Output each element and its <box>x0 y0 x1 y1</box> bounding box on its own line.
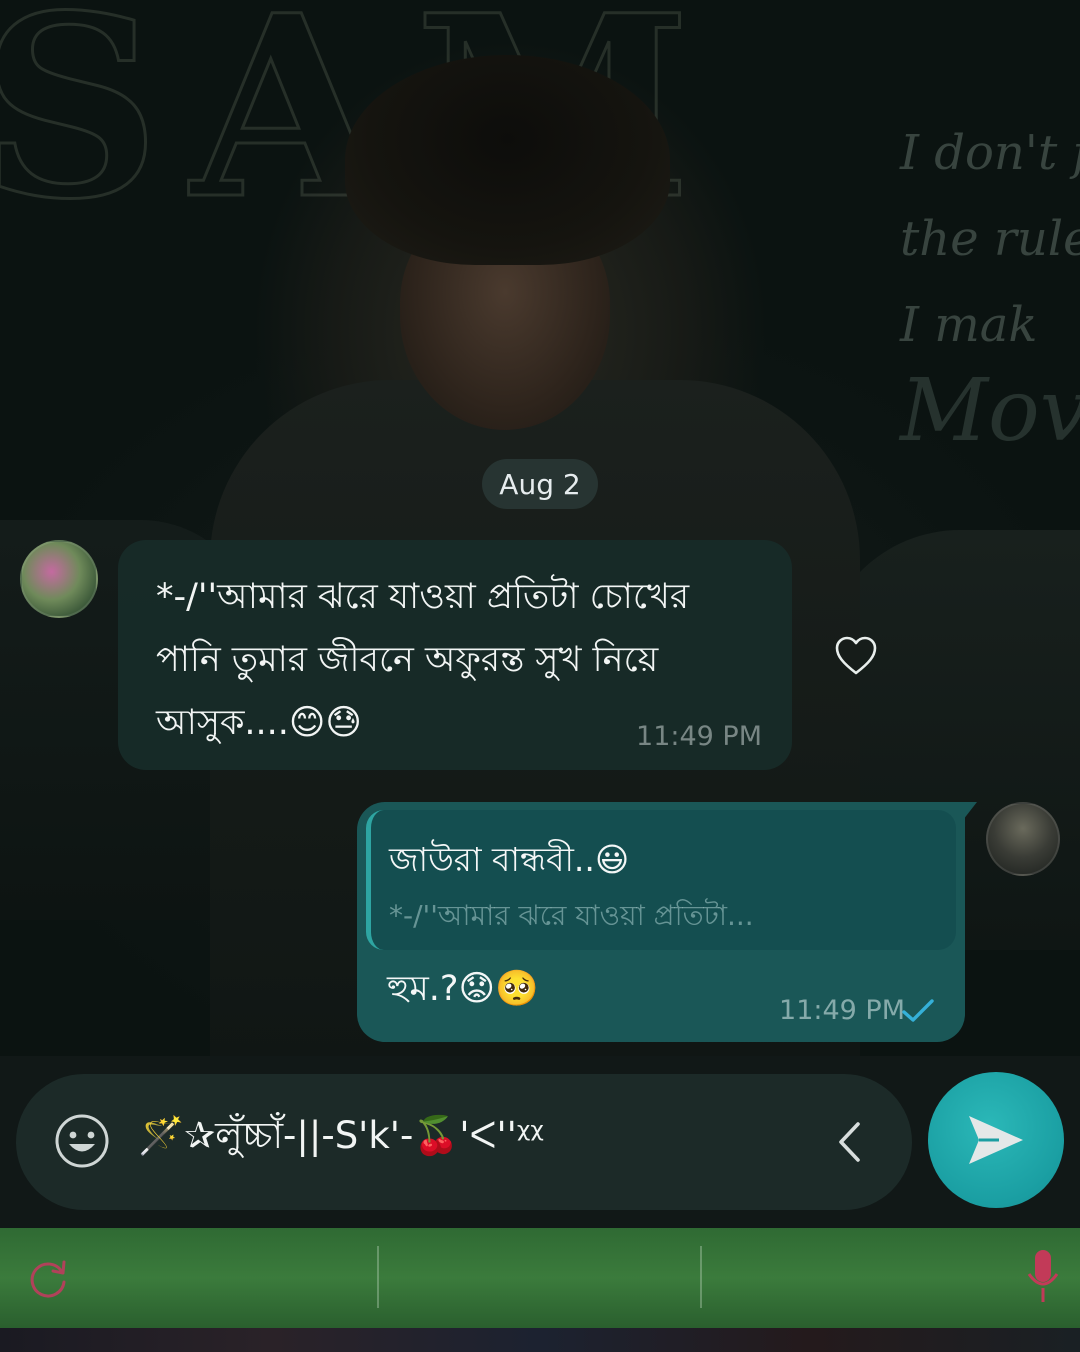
keyboard-divider <box>700 1246 702 1308</box>
keyboard-toolbar <box>0 1228 1080 1328</box>
date-chip-label: Aug 2 <box>499 467 581 501</box>
outgoing-message-bubble[interactable]: জাউরা বান্ধবী..😃 *-/''আমার ঝরে যাওয়া প্… <box>357 802 977 1042</box>
incoming-message-time: 11:49 PM <box>636 721 762 752</box>
emoji-smile-icon[interactable] <box>54 1113 110 1169</box>
keyboard-top-row-edge <box>0 1328 1080 1352</box>
send-icon <box>969 1116 1023 1164</box>
message-input[interactable]: 🪄✰লুঁচ্চাঁ-||-S'k'-🍒'ᐸ''ᵡᵡ <box>138 1108 544 1164</box>
keyboard-divider <box>377 1246 379 1308</box>
own-avatar[interactable] <box>986 802 1060 876</box>
date-chip: Aug 2 <box>482 459 598 509</box>
chevron-left-icon[interactable] <box>832 1118 868 1166</box>
incoming-message-bubble[interactable]: *-/''আমার ঝরে যাওয়া প্রতিটা চোখের পানি … <box>118 540 792 770</box>
quoted-reply-author: জাউরা বান্ধবী..😃 <box>389 840 630 879</box>
quoted-reply-snippet: *-/''আমার ঝরে যাওয়া প্রতিটা... <box>389 899 754 932</box>
sync-icon[interactable] <box>24 1254 72 1302</box>
quoted-reply[interactable]: জাউরা বান্ধবী..😃 *-/''আমার ঝরে যাওয়া প্… <box>366 810 956 950</box>
wallpaper-handwriting: I don't fthe ruleI makMove <box>900 125 1080 461</box>
outgoing-message-text: হুম.?😟🥺 <box>387 969 539 1009</box>
sender-avatar[interactable] <box>20 540 98 618</box>
send-button[interactable] <box>928 1072 1064 1208</box>
heart-outline-icon[interactable] <box>833 633 879 679</box>
outgoing-message-time: 11:49 PM <box>779 995 905 1026</box>
microphone-icon[interactable] <box>1026 1248 1060 1306</box>
wallpaper-person-hair <box>345 55 670 265</box>
check-icon <box>902 999 934 1022</box>
